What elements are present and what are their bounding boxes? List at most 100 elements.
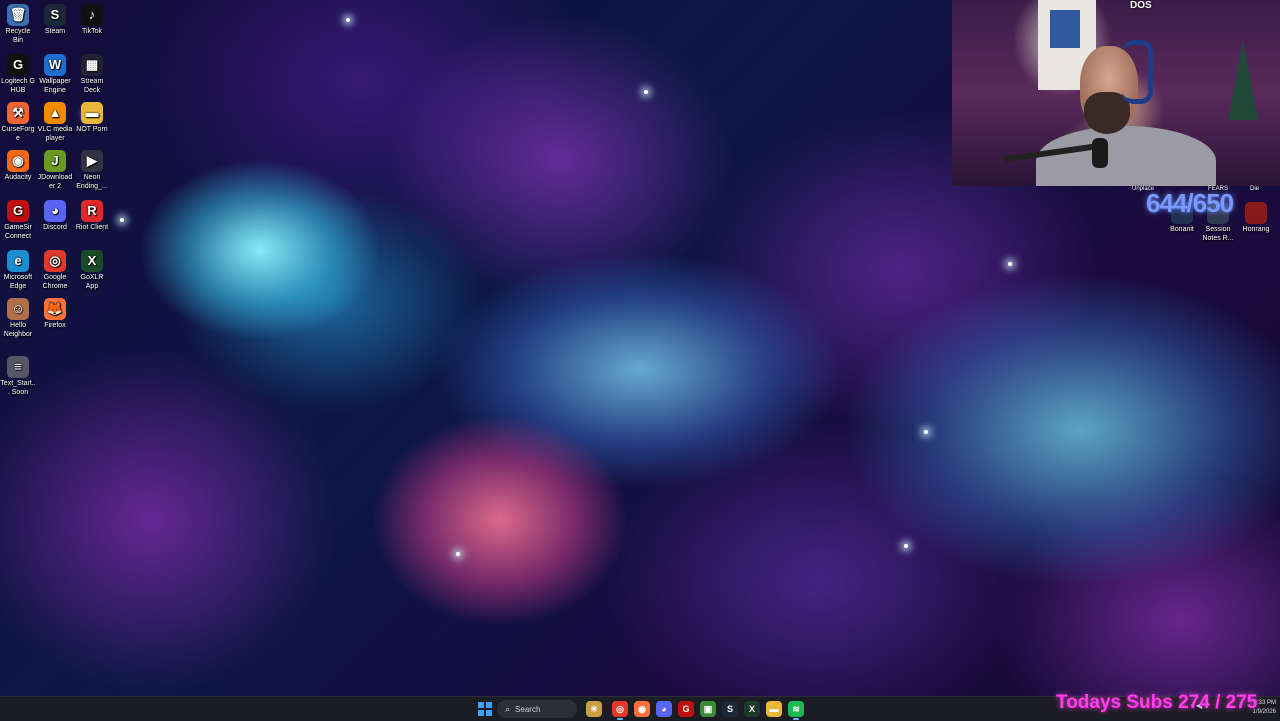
riot-client-icon: R	[81, 200, 103, 222]
windows-logo-icon	[478, 710, 484, 716]
gamesir-icon: G	[7, 200, 29, 222]
steam-taskbar-icon[interactable]: S	[722, 701, 738, 717]
goxlr-icon: X	[81, 250, 103, 272]
search-icon: ⌕	[505, 703, 511, 714]
desktop-icon-label: VLC media player	[37, 126, 73, 142]
desktop-icon-label: Steam	[44, 28, 66, 35]
editor-taskbar-icon[interactable]: ▣	[700, 701, 716, 717]
stream-counter: 644/650	[1146, 188, 1234, 218]
todays-subs-counter: Todays Subs 274 / 275	[1056, 692, 1258, 713]
chrome-taskbar-icon[interactable]: ◎	[612, 701, 628, 720]
desktop-icon-label: Firefox	[44, 322, 66, 329]
desktop-icon-logitech-g-hub[interactable]: G Logitech G HUB	[0, 54, 36, 95]
gamesir-taskbar-icon[interactable]: G	[678, 701, 694, 717]
windows-logo-icon	[486, 710, 492, 716]
desktop-icon-wallpaper-engine[interactable]: W Wallpaper Engine	[37, 54, 73, 95]
desktop-icon-riot-client[interactable]: R Riot Client	[74, 200, 110, 233]
desktop-icon-label: Wallpaper Engine	[39, 78, 71, 94]
webcam-overlay-text: DOS	[1130, 0, 1152, 11]
desktop-icon-label: Session Notes R...	[1202, 226, 1234, 242]
desktop-icon-tiktok[interactable]: ♪ TikTok	[74, 4, 110, 37]
desktop-icon-steam[interactable]: S Steam	[37, 4, 73, 37]
curseforge-icon: ⚒	[7, 102, 29, 124]
desktop-icon-firefox[interactable]: 🦊 Firefox	[37, 298, 73, 331]
desktop-icon-label: Stream Deck	[80, 78, 104, 94]
desktop-icon-label: Text_Start... Soon	[0, 380, 36, 396]
desktop-icon-gamesir-connect[interactable]: G GameSir Connect	[0, 200, 36, 241]
desktop-icon-jdownloader-2[interactable]: J JDownloader 2	[37, 150, 73, 191]
desktop-icon-not-porn[interactable]: ▬ NOT Porn	[74, 102, 110, 135]
folder-icon: ▬	[81, 102, 103, 124]
desktop-icon-label: Riot Client	[75, 224, 109, 231]
desktop-icon-label: Honrang	[1242, 226, 1270, 233]
streamer-shirt	[1036, 126, 1216, 186]
windows-logo-icon	[478, 702, 484, 708]
microphone-icon	[1092, 138, 1108, 168]
star-highlight	[120, 218, 124, 222]
desktop-icon-text-start-soon[interactable]: ≡ Text_Start... Soon	[0, 356, 36, 397]
desktop-icon-discord[interactable]: ◕ Discord	[37, 200, 73, 233]
start-button[interactable]	[478, 702, 492, 716]
audacity-icon: ◉	[7, 150, 29, 172]
widgets-icon[interactable]: ☀	[586, 701, 602, 717]
desktop-icon-label: Google Chrome	[42, 274, 68, 290]
desktop-icon-goxlr-app[interactable]: X GoXLR App	[74, 250, 110, 291]
game-icon	[1245, 202, 1267, 224]
desktop-icon-hello-neighbor[interactable]: ☺ Hello Neighbor	[0, 298, 36, 339]
headset-icon	[1122, 40, 1153, 104]
star-highlight	[904, 544, 908, 548]
desktop-icon-microsoft-edge[interactable]: e Microsoft Edge	[0, 250, 36, 291]
star-highlight	[924, 430, 928, 434]
desktop-icon-label: CurseForge	[1, 126, 35, 142]
desktop-icon-curseforge[interactable]: ⚒ CurseForge	[0, 102, 36, 143]
desktop-icon-label: TikTok	[82, 28, 102, 35]
star-highlight	[644, 90, 648, 94]
text-file-icon: ≡	[7, 356, 29, 378]
desktop-icon-stream-deck[interactable]: ▦ Stream Deck	[74, 54, 110, 95]
webcam-overlay	[952, 0, 1280, 186]
desktop-icon-neon-ending[interactable]: ▶ Neon Ending_...	[74, 150, 110, 191]
firefox-taskbar-icon[interactable]: ◉	[634, 701, 650, 717]
windows-logo-icon	[486, 702, 492, 708]
goxlr-taskbar-icon[interactable]: X	[744, 701, 760, 717]
desktop-icon-audacity[interactable]: ◉ Audacity	[0, 150, 36, 183]
taskbar-search[interactable]: ⌕ Search	[497, 700, 577, 718]
discord-taskbar-icon[interactable]: ◕	[656, 701, 672, 717]
recycle-bin-icon: 🗑	[7, 4, 29, 26]
desktop-icon-label: GameSir Connect	[4, 224, 32, 240]
logitech-icon: G	[7, 54, 29, 76]
chrome-icon: ◎	[44, 250, 66, 272]
star-highlight	[456, 552, 460, 556]
desktop-icon-honrang[interactable]: Honrang	[1238, 202, 1274, 235]
discord-icon: ◕	[44, 200, 66, 222]
background-poster	[1050, 10, 1080, 48]
desktop-icon-label: GoXLR App	[80, 274, 104, 290]
right-small-label: Die	[1250, 186, 1260, 192]
vlc-icon: ▲	[44, 102, 66, 124]
hello-neighbor-icon: ☺	[7, 298, 29, 320]
file-explorer-icon[interactable]: ▬	[766, 701, 782, 717]
desktop-icon-label: JDownloader 2	[37, 174, 73, 190]
background-tree	[1228, 40, 1258, 120]
video-file-icon: ▶	[81, 150, 103, 172]
steam-icon: S	[44, 4, 66, 26]
star-highlight	[346, 18, 350, 22]
desktop-icon-google-chrome[interactable]: ◎ Google Chrome	[37, 250, 73, 291]
search-placeholder: Search	[515, 704, 541, 714]
firefox-icon: 🦊	[44, 298, 66, 320]
desktop-icon-label: Bonanit	[1170, 226, 1194, 233]
desktop-icon-label: Neon Ending_...	[76, 174, 108, 190]
star-highlight	[1008, 262, 1012, 266]
spotify-icon[interactable]: ≋	[788, 701, 804, 720]
desktop-icon-label: Logitech G HUB	[1, 78, 35, 94]
desktop-icon-label: Audacity	[4, 174, 32, 181]
desktop-icon-recycle-bin[interactable]: 🗑 Recycle Bin	[0, 4, 36, 45]
desktop-icon-label: NOT Porn	[76, 126, 108, 133]
desktop-icon-label: Microsoft Edge	[3, 274, 33, 290]
wallpaper-engine-icon: W	[44, 54, 66, 76]
desktop-icon-label: Hello Neighbor	[3, 322, 33, 338]
tiktok-icon: ♪	[81, 4, 103, 26]
edge-icon: e	[7, 250, 29, 272]
desktop-icon-vlc-media-player[interactable]: ▲ VLC media player	[37, 102, 73, 143]
jdownloader-icon: J	[44, 150, 66, 172]
